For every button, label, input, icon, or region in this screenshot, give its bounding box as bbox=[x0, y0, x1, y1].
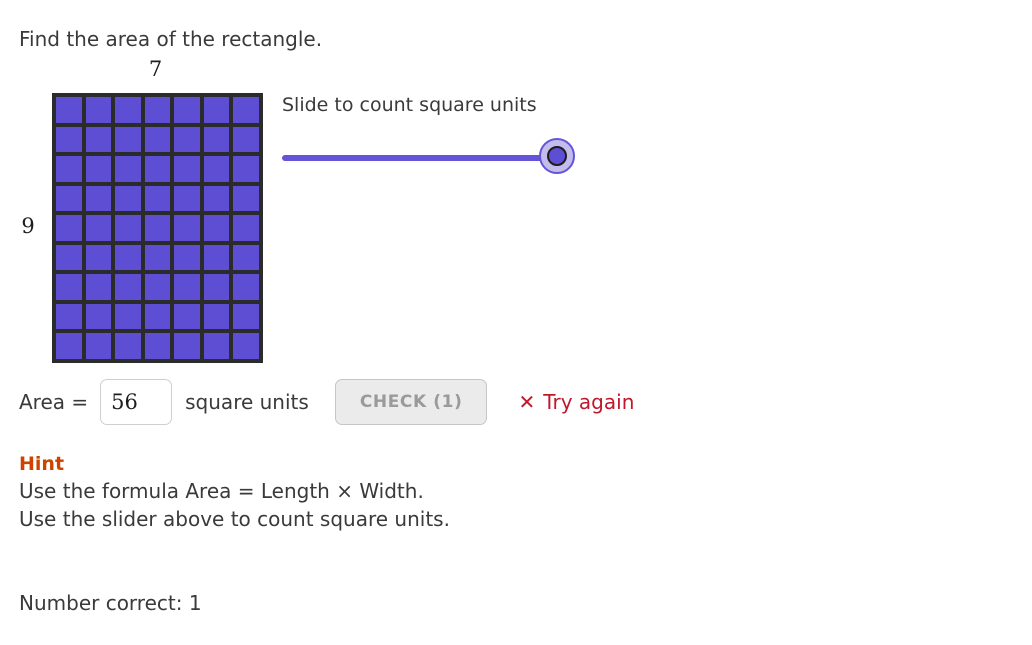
cross-icon: ✕ bbox=[518, 392, 535, 412]
unit-square bbox=[174, 215, 200, 241]
unit-square bbox=[115, 186, 141, 212]
unit-square bbox=[86, 304, 112, 330]
unit-square bbox=[56, 333, 82, 359]
unit-square bbox=[174, 127, 200, 153]
unit-square bbox=[115, 333, 141, 359]
unit-square bbox=[56, 186, 82, 212]
unit-square-grid[interactable] bbox=[52, 93, 263, 363]
unit-square bbox=[204, 97, 230, 123]
unit-square bbox=[145, 186, 171, 212]
feedback-text: Try again bbox=[543, 390, 634, 414]
unit-square bbox=[86, 156, 112, 182]
slider-track[interactable] bbox=[282, 155, 555, 161]
unit-square bbox=[145, 215, 171, 241]
unit-square bbox=[56, 97, 82, 123]
unit-square bbox=[56, 156, 82, 182]
unit-square bbox=[56, 304, 82, 330]
unit-square bbox=[174, 156, 200, 182]
unit-square bbox=[86, 97, 112, 123]
hint-block: Hint Use the formula Area = Length × Wid… bbox=[19, 452, 450, 533]
unit-square bbox=[115, 245, 141, 271]
slider-label: Slide to count square units bbox=[282, 93, 602, 117]
score-text: Number correct: 1 bbox=[19, 591, 202, 615]
unit-square bbox=[86, 245, 112, 271]
unit-square bbox=[86, 274, 112, 300]
unit-square bbox=[174, 97, 200, 123]
figure-width-label: 7 bbox=[52, 57, 259, 81]
unit-square bbox=[145, 245, 171, 271]
unit-square bbox=[233, 245, 259, 271]
unit-square bbox=[115, 156, 141, 182]
rectangle-figure: 7 9 bbox=[0, 55, 300, 375]
square-units-label: square units bbox=[185, 390, 309, 414]
unit-square bbox=[204, 127, 230, 153]
unit-square bbox=[145, 127, 171, 153]
unit-square bbox=[174, 304, 200, 330]
unit-square bbox=[56, 274, 82, 300]
answer-row: Area = square units CHECK (1) ✕ Try agai… bbox=[19, 378, 634, 426]
unit-square bbox=[174, 274, 200, 300]
unit-square bbox=[115, 274, 141, 300]
unit-square bbox=[86, 333, 112, 359]
unit-square bbox=[115, 127, 141, 153]
unit-square bbox=[145, 156, 171, 182]
unit-square bbox=[115, 97, 141, 123]
hint-title: Hint bbox=[19, 452, 450, 477]
unit-square bbox=[56, 127, 82, 153]
unit-square bbox=[233, 304, 259, 330]
unit-square bbox=[145, 333, 171, 359]
unit-square bbox=[56, 245, 82, 271]
figure-height-label: 9 bbox=[10, 93, 46, 358]
hint-line-slider: Use the slider above to count square uni… bbox=[19, 505, 450, 533]
unit-square bbox=[86, 127, 112, 153]
unit-square bbox=[174, 245, 200, 271]
unit-square bbox=[233, 274, 259, 300]
unit-square bbox=[115, 215, 141, 241]
slider-thumb[interactable] bbox=[539, 138, 575, 174]
unit-square bbox=[204, 304, 230, 330]
unit-square bbox=[86, 186, 112, 212]
unit-square bbox=[86, 215, 112, 241]
hint-line-formula: Use the formula Area = Length × Width. bbox=[19, 477, 450, 505]
unit-square bbox=[145, 274, 171, 300]
unit-square bbox=[204, 215, 230, 241]
area-input[interactable] bbox=[100, 379, 172, 425]
check-button[interactable]: CHECK (1) bbox=[335, 379, 488, 425]
unit-square bbox=[174, 333, 200, 359]
count-squares-slider[interactable] bbox=[282, 137, 602, 179]
unit-square bbox=[56, 215, 82, 241]
area-equals-label: Area = bbox=[19, 390, 88, 414]
feedback-message: ✕ Try again bbox=[518, 390, 634, 414]
unit-square bbox=[204, 333, 230, 359]
unit-square bbox=[174, 186, 200, 212]
unit-square bbox=[233, 186, 259, 212]
unit-square bbox=[204, 156, 230, 182]
unit-square bbox=[233, 333, 259, 359]
unit-square bbox=[204, 274, 230, 300]
unit-square bbox=[115, 304, 141, 330]
unit-square bbox=[145, 304, 171, 330]
unit-square bbox=[204, 186, 230, 212]
unit-square bbox=[145, 97, 171, 123]
unit-square bbox=[233, 156, 259, 182]
unit-square bbox=[204, 245, 230, 271]
slider-thumb-inner-dot bbox=[547, 146, 567, 166]
unit-square bbox=[233, 97, 259, 123]
slider-section: Slide to count square units bbox=[282, 93, 602, 179]
unit-square bbox=[233, 215, 259, 241]
unit-square bbox=[233, 127, 259, 153]
page-title: Find the area of the rectangle. bbox=[19, 26, 322, 52]
